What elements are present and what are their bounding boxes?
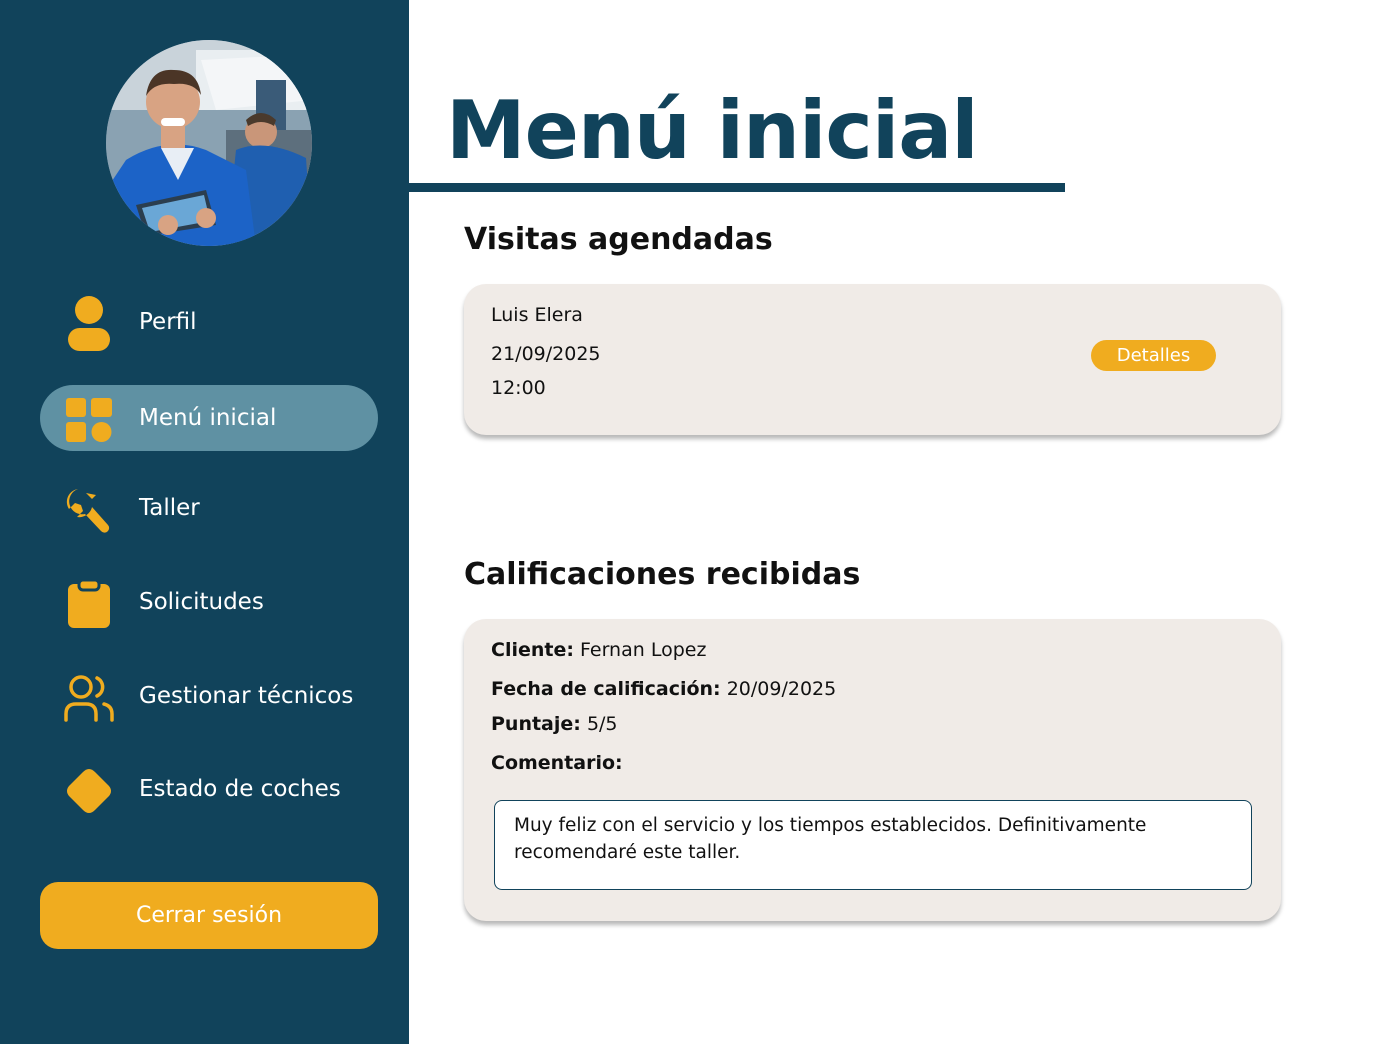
- sidebar-item-solicitudes[interactable]: Solicitudes: [40, 569, 378, 635]
- rating-client-value: Fernan Lopez: [580, 639, 707, 661]
- sidebar-item-menu-inicial[interactable]: Menú inicial: [40, 385, 378, 451]
- rating-score-row: Puntaje: 5/5: [491, 713, 618, 735]
- sidebar-item-label: Estado de coches: [139, 776, 341, 802]
- sidebar-item-label: Solicitudes: [139, 589, 264, 615]
- mechanic-photo-icon: [106, 40, 312, 246]
- clipboard-icon: [64, 579, 114, 629]
- user-icon: [64, 296, 114, 351]
- rating-date-label: Fecha de calificación:: [491, 678, 721, 700]
- sidebar-item-estado-de-coches[interactable]: Estado de coches: [40, 756, 378, 822]
- visit-card: Luis Elera 21/09/2025 12:00 Detalles: [464, 284, 1281, 435]
- details-button[interactable]: Detalles: [1091, 340, 1216, 371]
- section-title-visits: Visitas agendadas: [464, 222, 773, 257]
- visit-client-name: Luis Elera: [491, 304, 583, 326]
- rating-comment-label: Comentario:: [491, 752, 623, 774]
- rating-client-label: Cliente:: [491, 639, 574, 661]
- sidebar-item-taller[interactable]: Taller: [40, 475, 378, 541]
- rating-card: Cliente: Fernan Lopez Fecha de calificac…: [464, 619, 1281, 921]
- visit-time: 12:00: [491, 377, 546, 399]
- sidebar-item-gestionar-tecnicos[interactable]: Gestionar técnicos: [40, 663, 378, 729]
- sidebar: Perfil Menú inicial Taller Solicitudes G…: [0, 0, 409, 1044]
- avatar[interactable]: [106, 40, 312, 246]
- sidebar-item-label: Taller: [139, 495, 200, 521]
- comment-box[interactable]: Muy feliz con el servicio y los tiempos …: [494, 800, 1252, 890]
- sidebar-item-perfil[interactable]: Perfil: [40, 289, 378, 355]
- page-title: Menú inicial: [446, 84, 979, 177]
- section-title-ratings: Calificaciones recibidas: [464, 557, 861, 592]
- sidebar-item-label: Perfil: [139, 309, 197, 335]
- wrench-icon: [64, 485, 114, 535]
- sidebar-item-label: Gestionar técnicos: [139, 683, 354, 709]
- title-underline: [409, 183, 1065, 192]
- visit-date: 21/09/2025: [491, 343, 601, 365]
- logout-button[interactable]: Cerrar sesión: [40, 882, 378, 949]
- sidebar-item-label: Menú inicial: [139, 405, 277, 431]
- rating-score-label: Puntaje:: [491, 713, 581, 735]
- users-icon: [64, 673, 114, 723]
- grid-icon: [64, 395, 114, 445]
- rating-client-row: Cliente: Fernan Lopez: [491, 639, 706, 661]
- diamond-icon: [64, 766, 114, 816]
- rating-date-value: 20/09/2025: [726, 678, 837, 700]
- rating-date-row: Fecha de calificación: 20/09/2025: [491, 678, 836, 700]
- rating-score-value: 5/5: [586, 713, 618, 735]
